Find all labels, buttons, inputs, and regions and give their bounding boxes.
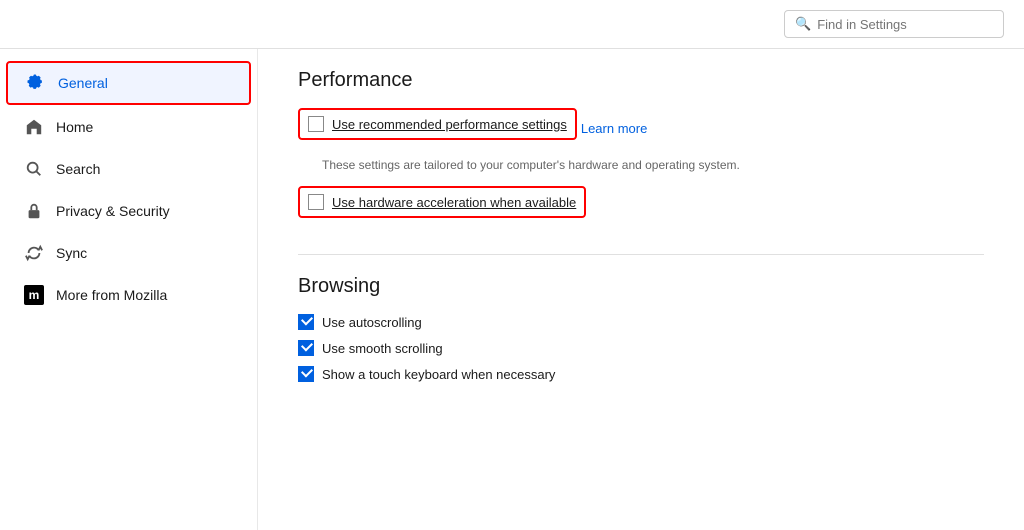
- touch-keyboard-row: Show a touch keyboard when necessary: [298, 366, 984, 382]
- performance-section: Performance Use recommended performance …: [298, 69, 984, 234]
- find-in-settings-input[interactable]: [817, 17, 993, 32]
- smooth-scrolling-checkbox[interactable]: [298, 340, 314, 356]
- home-icon: [24, 117, 44, 137]
- sidebar-item-home[interactable]: Home: [6, 107, 251, 147]
- performance-title: Performance: [298, 69, 984, 92]
- recommended-settings-label: Use recommended performance settings: [332, 117, 567, 132]
- sidebar-item-home-label: Home: [56, 119, 93, 135]
- learn-more-link[interactable]: Learn more: [581, 121, 647, 136]
- hardware-accel-label: Use hardware acceleration when available: [332, 195, 576, 210]
- search-nav-icon: [24, 159, 44, 179]
- sidebar-item-search-label: Search: [56, 161, 100, 177]
- recommended-settings-highlighted: Use recommended performance settings: [298, 108, 577, 140]
- browsing-title: Browsing: [298, 275, 984, 298]
- main-content: Performance Use recommended performance …: [258, 49, 1024, 530]
- sync-icon: [24, 243, 44, 263]
- sidebar-item-sync-label: Sync: [56, 245, 87, 261]
- mozilla-icon: m: [24, 285, 44, 305]
- browsing-section: Browsing Use autoscrolling Use smooth sc…: [298, 275, 984, 382]
- hardware-accel-row: Use hardware acceleration when available: [298, 186, 586, 218]
- header: 🔍: [0, 0, 1024, 49]
- smooth-scrolling-label: Use smooth scrolling: [322, 341, 443, 356]
- sidebar: General Home Search: [0, 49, 258, 530]
- lock-icon: [24, 201, 44, 221]
- autoscrolling-row: Use autoscrolling: [298, 314, 984, 330]
- sidebar-item-general[interactable]: General: [6, 61, 251, 105]
- search-icon: 🔍: [795, 16, 811, 32]
- sidebar-item-privacy-label: Privacy & Security: [56, 203, 170, 219]
- find-in-settings-box[interactable]: 🔍: [784, 10, 1004, 38]
- gear-icon: [26, 73, 46, 93]
- autoscrolling-label: Use autoscrolling: [322, 315, 422, 330]
- touch-keyboard-checkbox[interactable]: [298, 366, 314, 382]
- performance-description: These settings are tailored to your comp…: [322, 156, 922, 174]
- mozilla-m-logo: m: [24, 285, 44, 305]
- sidebar-item-more-from-mozilla[interactable]: m More from Mozilla: [6, 275, 251, 315]
- sidebar-item-privacy-security[interactable]: Privacy & Security: [6, 191, 251, 231]
- sidebar-item-sync[interactable]: Sync: [6, 233, 251, 273]
- touch-keyboard-label: Show a touch keyboard when necessary: [322, 367, 555, 382]
- section-divider: [298, 254, 984, 255]
- recommended-settings-row: Use recommended performance settings Lea…: [298, 108, 984, 148]
- smooth-scrolling-row: Use smooth scrolling: [298, 340, 984, 356]
- main-layout: General Home Search: [0, 49, 1024, 530]
- hardware-accel-checkbox[interactable]: [308, 194, 324, 210]
- sidebar-item-mozilla-label: More from Mozilla: [56, 287, 167, 303]
- sidebar-item-search[interactable]: Search: [6, 149, 251, 189]
- recommended-settings-checkbox[interactable]: [308, 116, 324, 132]
- autoscrolling-checkbox[interactable]: [298, 314, 314, 330]
- sidebar-item-general-label: General: [58, 75, 108, 91]
